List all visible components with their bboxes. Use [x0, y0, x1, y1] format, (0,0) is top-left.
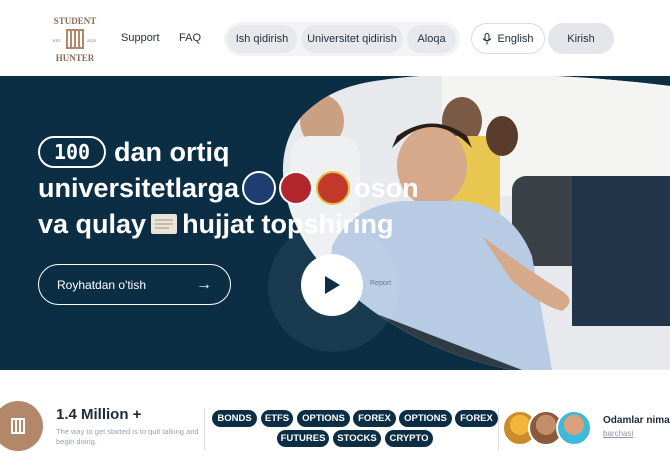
tag-options[interactable]: OPTIONS	[297, 410, 350, 427]
pill-contact[interactable]: Aloqa	[407, 25, 456, 53]
tag-stocks[interactable]: STOCKS	[333, 430, 381, 447]
play-video-button[interactable]	[301, 254, 363, 316]
divider-right	[498, 408, 499, 450]
headline-line3-start: va qulay	[38, 209, 147, 239]
play-icon	[325, 276, 340, 294]
document-icon	[151, 214, 178, 234]
arrow-right-icon: →	[196, 276, 212, 293]
university-seal-icon	[242, 171, 277, 205]
tag-forex[interactable]: FOREX	[353, 410, 396, 427]
signup-button[interactable]: Royhatdan o'tish →	[38, 264, 231, 305]
hero-headline: 100 dan ortiq universitetlarga oson va q…	[38, 134, 419, 242]
main-nav-pills: Ish qidirish Universitet qidirish Aloqa	[224, 22, 460, 56]
people-title: Odamlar nima	[603, 415, 670, 426]
nav-support-link[interactable]: Support	[121, 32, 160, 44]
headline-line2-start: universitetlarga	[38, 173, 240, 203]
site-header: STUDENT EST. 2023 HUNTER Support FAQ Ish…	[0, 0, 670, 76]
language-label: English	[497, 32, 534, 45]
divider-left	[204, 408, 205, 450]
avatar-3	[556, 410, 592, 446]
stat-number: 1.4 Million +	[56, 406, 142, 423]
stat-subtitle: The way to get started is to quit talkin…	[56, 427, 199, 446]
headline-line1: dan ortiq	[114, 137, 230, 167]
stats-bar: 1.4 Million + The way to get started is …	[0, 388, 670, 472]
pill-university-search[interactable]: Universitet qidirish	[301, 25, 403, 53]
tag-crypto[interactable]: CRYPTO	[385, 430, 433, 447]
microphone-icon	[483, 32, 492, 44]
pill-job-search[interactable]: Ish qidirish	[227, 25, 297, 53]
university-emblem-icon	[316, 171, 351, 205]
signup-label: Royhatdan o'tish	[57, 277, 147, 292]
headline-line2-end: oson	[354, 173, 419, 203]
nav-faq-link[interactable]: FAQ	[179, 32, 201, 44]
login-button[interactable]: Kirish	[548, 23, 614, 54]
student-hunter-round-logo	[0, 401, 43, 451]
tag-futures[interactable]: FUTURES	[277, 430, 329, 447]
logo-bottom-text: HUNTER	[56, 53, 95, 63]
logo-year: 2023	[87, 38, 97, 43]
tag-bonds[interactable]: BONDS	[212, 410, 257, 427]
language-button[interactable]: English	[471, 23, 545, 54]
student-hunter-logo[interactable]: STUDENT EST. 2023 HUNTER	[44, 10, 106, 66]
university-count-badge: 100	[38, 136, 106, 168]
people-all-link[interactable]: barchasi	[603, 429, 633, 438]
logo-est: EST.	[53, 38, 61, 43]
logo-top-text: STUDENT	[54, 16, 97, 26]
university-crest-icon	[279, 171, 314, 205]
tag-forex-2[interactable]: FOREX	[455, 410, 498, 427]
tag-etfs[interactable]: ETFS	[261, 410, 293, 427]
headline-line3-end: hujjat topshiring	[182, 209, 394, 239]
tag-options-2[interactable]: OPTIONS	[399, 410, 452, 427]
hero-section: Report 100 dan ortiq universitetlarga os…	[0, 76, 670, 370]
